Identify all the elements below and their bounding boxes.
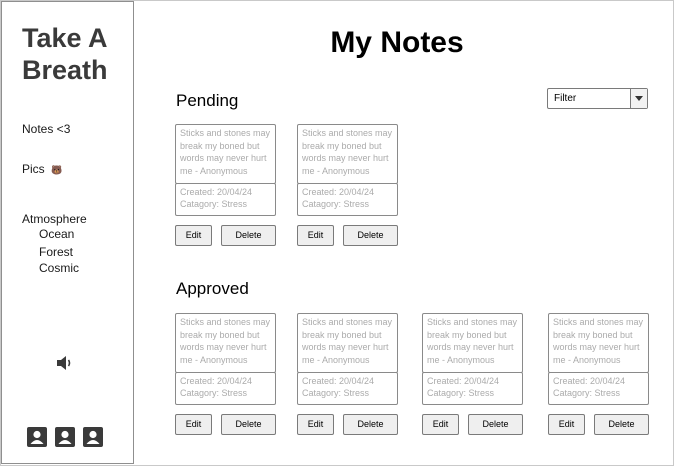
bear-icon: 🐻: [51, 165, 63, 175]
note-text: Sticks and stones may break my boned but…: [548, 313, 649, 373]
note-meta: Created: 20/04/24 Catagory: Stress: [175, 372, 276, 405]
delete-button[interactable]: Delete: [221, 414, 276, 435]
delete-button[interactable]: Delete: [221, 225, 276, 246]
note-meta: Created: 20/04/24 Catagory: Stress: [422, 372, 523, 405]
speaker-icon[interactable]: [56, 354, 74, 372]
note-meta: Created: 20/04/24 Catagory: Stress: [548, 372, 649, 405]
user-icon[interactable]: [27, 427, 47, 447]
note-category: Catagory: Stress: [302, 199, 370, 209]
note-category: Catagory: Stress: [180, 388, 248, 398]
section-title-approved: Approved: [176, 279, 249, 298]
edit-button[interactable]: Edit: [175, 414, 212, 435]
note-created: Created: 20/04/24: [180, 187, 253, 197]
sidebar-item-cosmic[interactable]: Cosmic: [39, 261, 79, 275]
sidebar-item-notes[interactable]: Notes <3: [22, 122, 70, 136]
filter-select[interactable]: Filter: [547, 88, 648, 109]
chevron-down-icon[interactable]: [630, 89, 647, 108]
note-category: Catagory: Stress: [180, 199, 248, 209]
note-text: Sticks and stones may break my boned but…: [297, 124, 398, 184]
note-created: Created: 20/04/24: [427, 376, 500, 386]
filter-selected-value: Filter: [554, 93, 577, 104]
edit-button[interactable]: Edit: [297, 414, 334, 435]
note-meta: Created: 20/04/24 Catagory: Stress: [297, 183, 398, 216]
note-category: Catagory: Stress: [427, 388, 495, 398]
edit-button[interactable]: Edit: [422, 414, 459, 435]
note-text: Sticks and stones may break my boned but…: [175, 124, 276, 184]
sidebar-item-pics[interactable]: Pics 🐻: [22, 162, 62, 176]
note-created: Created: 20/04/24: [302, 187, 375, 197]
note-meta: Created: 20/04/24 Catagory: Stress: [297, 372, 398, 405]
brand-line-1: Take A: [22, 23, 108, 53]
sidebar-item-atmosphere[interactable]: Atmosphere: [22, 212, 87, 226]
section-title-pending: Pending: [176, 91, 239, 110]
page-title: My Notes: [330, 26, 464, 59]
delete-button[interactable]: Delete: [343, 414, 398, 435]
note-category: Catagory: Stress: [553, 388, 621, 398]
sidebar-item-pics-label: Pics: [22, 162, 45, 176]
delete-button[interactable]: Delete: [468, 414, 523, 435]
note-category: Catagory: Stress: [302, 388, 370, 398]
note-text: Sticks and stones may break my boned but…: [422, 313, 523, 373]
delete-button[interactable]: Delete: [594, 414, 649, 435]
note-created: Created: 20/04/24: [553, 376, 626, 386]
brand-logo-text: Take A Breath: [22, 22, 132, 86]
note-created: Created: 20/04/24: [180, 376, 253, 386]
sidebar-item-forest[interactable]: Forest: [39, 245, 73, 259]
sidebar-item-ocean[interactable]: Ocean: [39, 227, 74, 241]
note-text: Sticks and stones may break my boned but…: [175, 313, 276, 373]
edit-button[interactable]: Edit: [548, 414, 585, 435]
user-icons-row: [27, 427, 103, 447]
user-icon[interactable]: [55, 427, 75, 447]
note-text: Sticks and stones may break my boned but…: [297, 313, 398, 373]
delete-button[interactable]: Delete: [343, 225, 398, 246]
edit-button[interactable]: Edit: [297, 225, 334, 246]
user-icon[interactable]: [83, 427, 103, 447]
note-created: Created: 20/04/24: [302, 376, 375, 386]
edit-button[interactable]: Edit: [175, 225, 212, 246]
brand-line-2: Breath: [22, 55, 108, 85]
note-meta: Created: 20/04/24 Catagory: Stress: [175, 183, 276, 216]
